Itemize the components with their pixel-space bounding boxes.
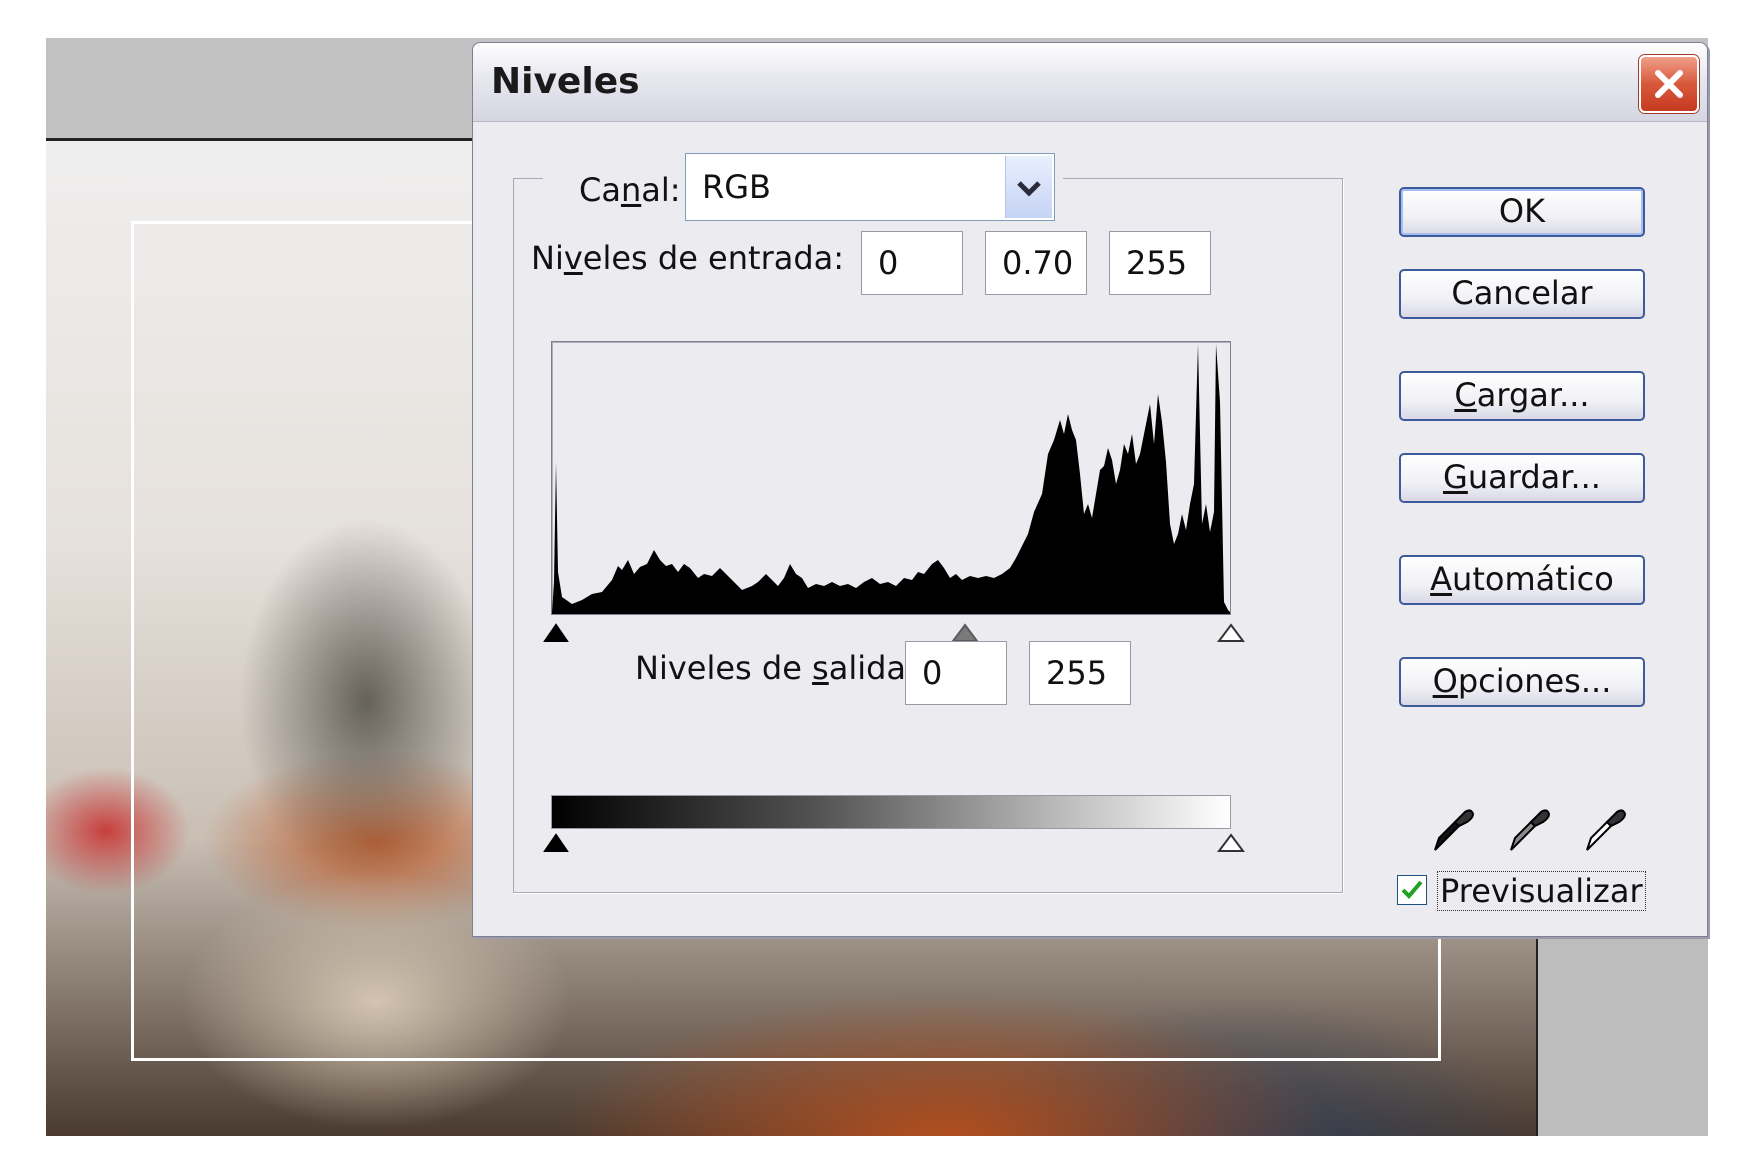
load-button-key: C	[1454, 376, 1477, 414]
input-levels-label: Niveles de entrada:	[531, 239, 845, 277]
output-black-slider[interactable]	[543, 833, 569, 855]
canvas-side-panel	[1538, 930, 1708, 1136]
input-black-slider[interactable]	[543, 623, 569, 645]
ok-button[interactable]: OK	[1399, 187, 1645, 237]
input-black-field[interactable]: 0	[861, 231, 963, 295]
levels-dialog: Niveles Canal: RGB Niveles de entrada: 0…	[472, 42, 1708, 937]
white-eyedropper-icon[interactable]	[1583, 806, 1627, 854]
histogram-graph	[552, 344, 1230, 614]
output-white-field[interactable]: 255	[1029, 641, 1131, 705]
input-gamma-field[interactable]: 0.70	[985, 231, 1087, 295]
options-button[interactable]: Opciones...	[1399, 657, 1645, 707]
gray-eyedropper-icon[interactable]	[1507, 806, 1551, 854]
output-levels-label: Niveles de salida:	[635, 649, 917, 687]
input-white-slider[interactable]	[1217, 623, 1245, 645]
load-button[interactable]: Cargar...	[1399, 371, 1645, 421]
output-gradient-bar	[551, 795, 1231, 829]
channel-value: RGB	[702, 168, 771, 206]
checkmark-icon	[1401, 880, 1423, 899]
options-button-label: pciones...	[1457, 662, 1612, 700]
output-white-slider[interactable]	[1217, 833, 1245, 855]
save-button[interactable]: Guardar...	[1399, 453, 1645, 503]
close-icon	[1655, 70, 1683, 98]
load-button-label: argar...	[1476, 376, 1590, 414]
channel-select[interactable]: RGB	[685, 153, 1055, 221]
preview-checkbox[interactable]	[1397, 875, 1427, 905]
auto-button-label: utomático	[1452, 560, 1614, 598]
chevron-down-icon	[1017, 181, 1041, 197]
dialog-titlebar[interactable]: Niveles	[473, 43, 1707, 122]
save-button-label: uardar...	[1467, 458, 1601, 496]
close-button[interactable]	[1639, 55, 1699, 113]
channel-dropdown-button[interactable]	[1005, 156, 1052, 218]
channel-label: Canal:	[579, 171, 681, 209]
save-button-key: G	[1443, 458, 1468, 496]
auto-button[interactable]: Automático	[1399, 555, 1645, 605]
options-button-key: O	[1432, 662, 1458, 700]
cancel-button[interactable]: Cancelar	[1399, 269, 1645, 319]
histogram	[551, 341, 1231, 615]
input-white-field[interactable]: 255	[1109, 231, 1211, 295]
dialog-title: Niveles	[491, 61, 640, 102]
preview-label[interactable]: Previsualizar	[1437, 871, 1646, 911]
output-black-field[interactable]: 0	[905, 641, 1007, 705]
black-eyedropper-icon[interactable]	[1431, 806, 1475, 854]
auto-button-key: A	[1430, 560, 1453, 598]
